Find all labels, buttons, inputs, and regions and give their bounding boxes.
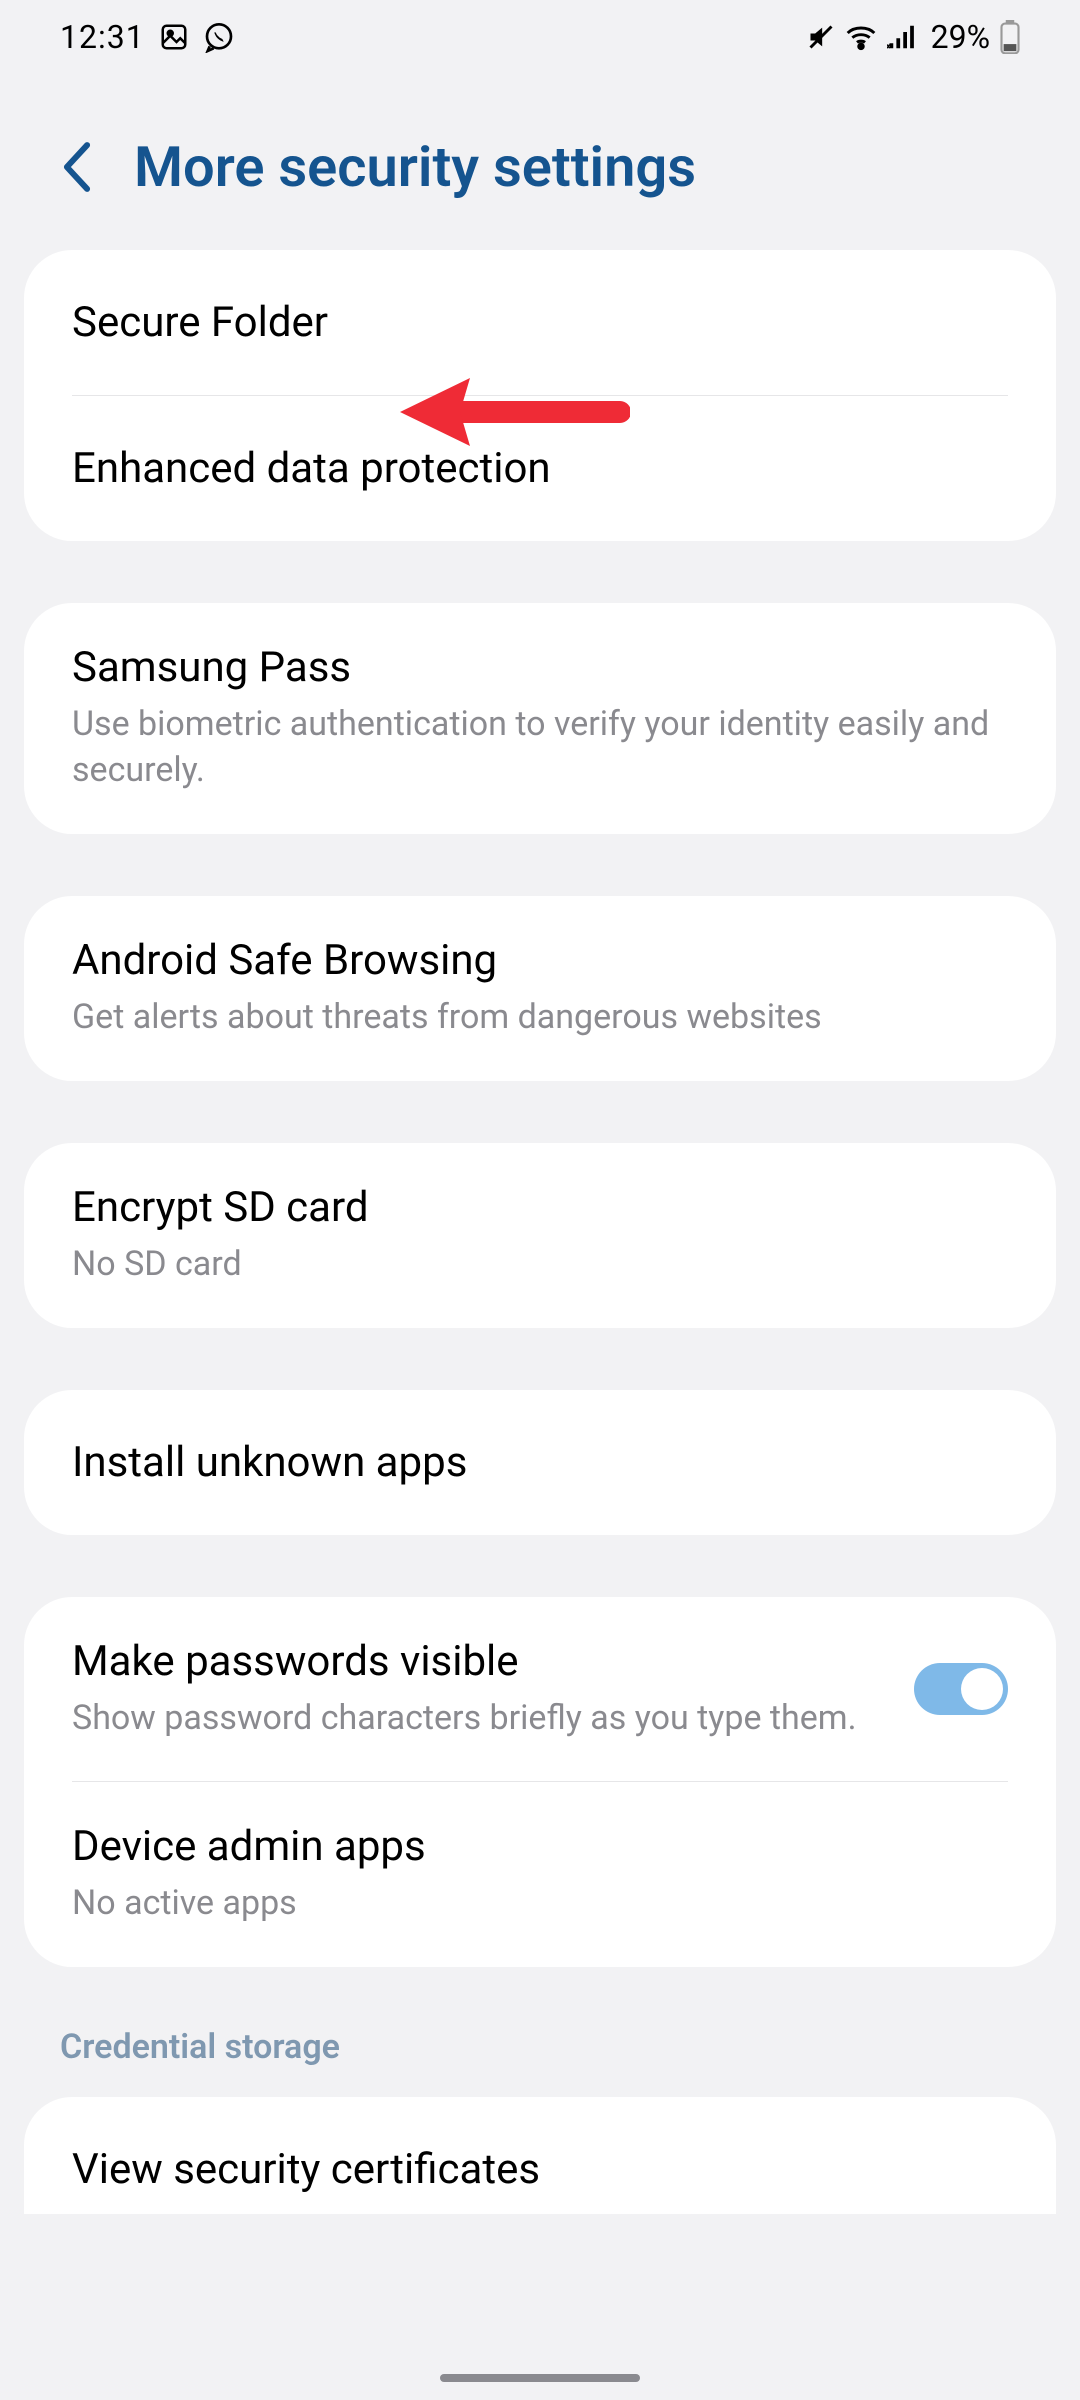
section-label-credential-storage: Credential storage	[0, 1997, 1080, 2097]
signal-icon	[887, 23, 917, 51]
settings-group-2: Samsung Pass Use biometric authenticatio…	[24, 603, 1056, 834]
row-view-security-certificates[interactable]: View security certificates	[24, 2097, 1056, 2214]
passwords-visible-toggle[interactable]	[914, 1663, 1008, 1715]
battery-percent: 29%	[931, 18, 990, 56]
image-icon	[159, 22, 189, 52]
row-subtitle: No active apps	[72, 1881, 1008, 1927]
status-left: 12:31	[60, 18, 235, 56]
settings-group-3: Android Safe Browsing Get alerts about t…	[24, 896, 1056, 1081]
row-title: Samsung Pass	[72, 643, 1008, 692]
row-title: Enhanced data protection	[72, 444, 1008, 493]
row-enhanced-data-protection[interactable]: Enhanced data protection	[24, 396, 1056, 541]
status-bar: 12:31	[0, 0, 1080, 74]
status-right: 29%	[807, 18, 1020, 56]
settings-group-4: Encrypt SD card No SD card	[24, 1143, 1056, 1328]
home-indicator	[440, 2374, 640, 2382]
row-title: View security certificates	[72, 2145, 1008, 2194]
header: More security settings	[0, 74, 1080, 250]
settings-group-credentials: View security certificates	[24, 2097, 1056, 2214]
mute-icon	[807, 23, 835, 51]
row-subtitle: No SD card	[72, 1242, 1008, 1288]
row-subtitle: Get alerts about threats from dangerous …	[72, 995, 1008, 1041]
row-title: Device admin apps	[72, 1822, 1008, 1871]
page-title: More security settings	[134, 134, 696, 200]
row-secure-folder[interactable]: Secure Folder	[24, 250, 1056, 395]
back-button[interactable]	[60, 140, 94, 194]
row-device-admin-apps[interactable]: Device admin apps No active apps	[24, 1782, 1056, 1967]
row-title: Secure Folder	[72, 298, 1008, 347]
row-subtitle: Use biometric authentication to verify y…	[72, 702, 1008, 794]
settings-group-5: Install unknown apps	[24, 1390, 1056, 1535]
settings-group-1: Secure Folder Enhanced data protection	[24, 250, 1056, 541]
battery-icon	[1000, 20, 1020, 54]
toggle-knob	[961, 1668, 1003, 1710]
settings-group-6: Make passwords visible Show password cha…	[24, 1597, 1056, 1968]
row-subtitle: Show password characters briefly as you …	[72, 1696, 884, 1742]
row-title: Encrypt SD card	[72, 1183, 1008, 1232]
row-title: Install unknown apps	[72, 1438, 1008, 1487]
row-samsung-pass[interactable]: Samsung Pass Use biometric authenticatio…	[24, 603, 1056, 834]
wifi-icon	[845, 23, 877, 51]
row-title: Android Safe Browsing	[72, 936, 1008, 985]
whatsapp-icon	[203, 21, 235, 53]
row-install-unknown-apps[interactable]: Install unknown apps	[24, 1390, 1056, 1535]
row-android-safe-browsing[interactable]: Android Safe Browsing Get alerts about t…	[24, 896, 1056, 1081]
status-time: 12:31	[60, 18, 145, 56]
row-make-passwords-visible[interactable]: Make passwords visible Show password cha…	[24, 1597, 1056, 1782]
row-encrypt-sd-card[interactable]: Encrypt SD card No SD card	[24, 1143, 1056, 1328]
row-title: Make passwords visible	[72, 1637, 884, 1686]
